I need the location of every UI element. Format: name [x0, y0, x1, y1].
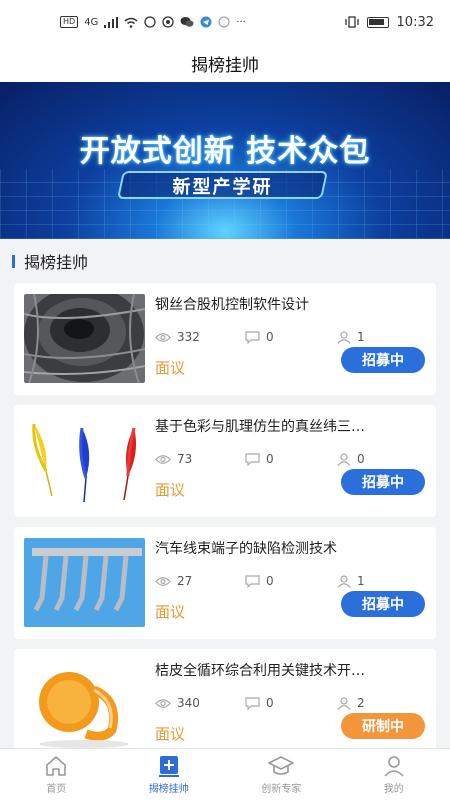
bottom-tab-bar: 首页 揭榜挂帅 创新专家 我的: [0, 748, 450, 800]
plus-square-icon: [158, 755, 179, 777]
app-notification-icon: [144, 16, 156, 28]
views-stat: 340: [155, 696, 200, 710]
eye-icon: [155, 698, 171, 708]
status-badge[interactable]: 招募中: [341, 469, 425, 495]
graduation-cap-icon: [268, 755, 295, 775]
hd-badge: HD: [60, 16, 79, 28]
comments-count: 0: [266, 452, 274, 466]
status-time: 10:32: [396, 14, 434, 30]
tab-label: 首页: [46, 783, 67, 795]
nav-bar: 揭榜挂帅: [0, 44, 450, 82]
views-count: 332: [177, 330, 200, 344]
person-icon: [337, 574, 351, 588]
tab-jiebang[interactable]: 揭榜挂帅: [113, 749, 226, 800]
mail-app-icon: [218, 16, 230, 28]
wifi-icon: [124, 17, 138, 28]
list-item[interactable]: 桔皮全循环综合利用关键技术开… 340 0 2 面议 研制中: [14, 649, 436, 761]
comments-stat: 0: [245, 574, 274, 588]
person-icon: [337, 452, 351, 466]
more-notifications-icon: ···: [236, 16, 246, 28]
price-label: 面议: [155, 359, 186, 377]
card-title: 钢丝合股机控制软件设计: [155, 297, 309, 313]
banner-headline: 开放式创新 技术众包: [79, 134, 371, 169]
tab-label: 创新专家: [261, 783, 302, 795]
telegram-icon: [200, 16, 212, 28]
section-title: 揭榜挂帅: [24, 253, 89, 272]
comment-icon: [245, 330, 260, 344]
views-stat: 27: [155, 574, 192, 588]
price-label: 面议: [155, 481, 186, 499]
wechat-icon: [180, 17, 194, 27]
price-label: 面议: [155, 603, 186, 621]
status-right: 10:32: [344, 14, 434, 30]
card-title: 基于色彩与肌理仿生的真丝纬三…: [155, 419, 365, 435]
banner-tagline: 新型产学研: [172, 177, 273, 198]
person-icon: [337, 330, 351, 344]
participants-stat: 2: [337, 696, 365, 710]
eye-icon: [155, 454, 171, 464]
status-badge[interactable]: 招募中: [341, 591, 425, 617]
status-badge[interactable]: 招募中: [341, 347, 425, 373]
feathers-image: [24, 416, 145, 505]
status-bar: HD 4G ··· 10:32: [0, 0, 450, 44]
comments-count: 0: [266, 574, 274, 588]
price-label: 面议: [155, 725, 186, 743]
tab-label: 揭榜挂帅: [148, 783, 189, 795]
network-badge: 4G: [84, 16, 99, 28]
wire-terminal-image: [24, 538, 145, 627]
participants-count: 2: [357, 696, 365, 710]
list-item[interactable]: 汽车线束端子的缺陷检测技术 27 0 1 面议 招募中: [14, 527, 436, 639]
views-count: 73: [177, 452, 193, 466]
participants-stat: 1: [337, 574, 365, 588]
steel-wire-image: [24, 294, 145, 383]
participants-count: 1: [357, 574, 365, 588]
comments-count: 0: [266, 330, 274, 344]
views-count: 27: [177, 574, 193, 588]
battery-icon: [366, 16, 389, 28]
participants-stat: 1: [337, 330, 365, 344]
card-title: 桔皮全循环综合利用关键技术开…: [155, 663, 365, 679]
home-icon: [46, 755, 67, 776]
comments-count: 0: [266, 696, 274, 710]
status-left: HD 4G ···: [60, 16, 246, 28]
participants-count: 1: [357, 330, 365, 344]
comment-icon: [245, 452, 260, 466]
vibrate-icon: [344, 16, 359, 28]
comments-stat: 0: [245, 696, 274, 710]
list-item[interactable]: 基于色彩与肌理仿生的真丝纬三… 73 0 0 面议 招募中: [14, 405, 436, 517]
tab-label: 我的: [383, 783, 404, 795]
views-stat: 332: [155, 330, 200, 344]
comments-stat: 0: [245, 330, 274, 344]
orange-peel-image: [24, 660, 145, 749]
person-icon: [337, 696, 351, 710]
views-count: 340: [177, 696, 200, 710]
views-stat: 73: [155, 452, 192, 466]
tab-home[interactable]: 首页: [0, 749, 113, 800]
comment-icon: [245, 696, 260, 710]
comments-stat: 0: [245, 452, 274, 466]
status-badge[interactable]: 研制中: [341, 713, 425, 739]
card-title: 汽车线束端子的缺陷检测技术: [155, 541, 337, 557]
eye-icon: [155, 332, 171, 342]
eye-icon: [155, 576, 171, 586]
tab-mine[interactable]: 我的: [338, 749, 450, 800]
banner[interactable]: 开放式创新 技术众包 新型产学研: [0, 82, 450, 239]
section-header: 揭榜挂帅: [0, 239, 450, 283]
user-icon: [384, 755, 404, 777]
page-title: 揭榜挂帅: [191, 55, 259, 76]
camera-app-icon: [162, 16, 174, 28]
section-accent-bar: [12, 254, 15, 268]
tab-experts[interactable]: 创新专家: [225, 749, 338, 800]
participants-count: 0: [357, 452, 365, 466]
signal-icon: [104, 16, 119, 28]
list-item[interactable]: 钢丝合股机控制软件设计 332 0 1 面议 招募中: [14, 283, 436, 395]
comment-icon: [245, 574, 260, 588]
participants-stat: 0: [337, 452, 365, 466]
